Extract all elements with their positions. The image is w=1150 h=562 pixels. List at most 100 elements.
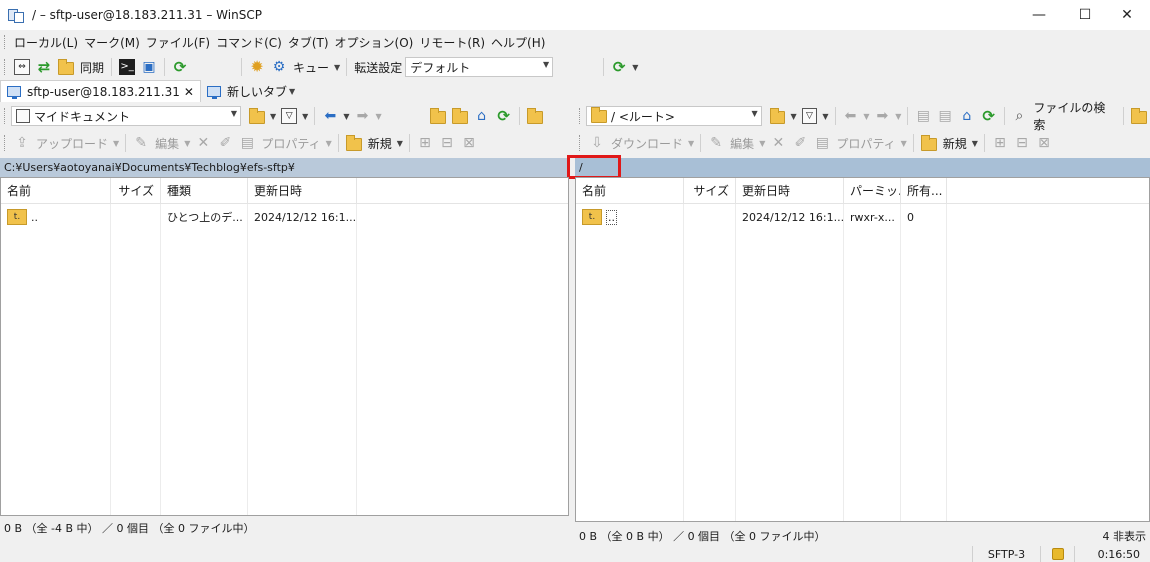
table-row[interactable]: t. .. ひとつ上のデ... 2024/12/12 16:1... xyxy=(1,206,568,228)
column-modified[interactable]: 更新日時 xyxy=(248,178,357,203)
select-minus-icon[interactable]: ⊟ xyxy=(1014,135,1030,151)
new-icon[interactable] xyxy=(345,134,362,151)
column-type[interactable]: 種類 xyxy=(161,178,248,203)
rename-icon[interactable]: ✐ xyxy=(792,135,808,151)
edit-icon[interactable]: ✎ xyxy=(708,135,724,151)
close-tab-icon[interactable]: ✕ xyxy=(184,85,194,99)
column-modified[interactable]: 更新日時 xyxy=(736,178,844,203)
properties-icon[interactable]: ▤ xyxy=(814,135,830,151)
parent-directory-icon[interactable] xyxy=(429,107,446,124)
maximize-button[interactable]: ☐ xyxy=(1062,0,1108,30)
properties-button[interactable]: プロパティ xyxy=(261,135,320,152)
left-file-list[interactable]: 名前 サイズ 種類 更新日時 t. .. ひとつ上のデ... 2024/12/1… xyxy=(0,177,569,516)
session-dropdown-icon[interactable]: ▼ xyxy=(632,63,638,72)
column-name[interactable]: 名前 xyxy=(1,178,111,203)
menu-local[interactable]: ローカル(L) xyxy=(11,34,81,51)
left-action-toolbar: ⇪ アップロード ▼ ✎ 編集 ▼ ✕ ✐ ▤ プロパティ ▼ 新規 ▼ ⊞ ⊟… xyxy=(0,131,568,155)
queue-dropdown-icon[interactable]: ▼ xyxy=(334,63,340,72)
window-title: / – sftp-user@18.183.211.31 – WinSCP xyxy=(32,8,262,22)
compare-directories-icon[interactable]: ⇔ xyxy=(14,59,30,75)
properties-icon[interactable]: ▤ xyxy=(239,135,255,151)
root-directory-icon[interactable]: ▤ xyxy=(937,108,953,124)
column-permissions[interactable]: パーミッ... xyxy=(844,178,901,203)
queue-button[interactable]: キュー xyxy=(293,59,329,76)
left-path-bar[interactable]: C:¥Users¥aotoyanai¥Documents¥Techblog¥ef… xyxy=(0,158,568,177)
synchronize-icon[interactable] xyxy=(58,58,74,75)
right-status: 0 B （全 0 B 中） ／ 0 個目 （全 0 ファイル中） xyxy=(579,530,826,543)
find-files-icon[interactable]: ⌕ xyxy=(1012,108,1028,124)
download-button[interactable]: ダウンロード xyxy=(611,135,683,152)
right-location-select[interactable]: / <ルート> ▼ xyxy=(585,106,762,126)
menu-commands[interactable]: コマンド(C) xyxy=(213,34,285,51)
new-button[interactable]: 新規 xyxy=(368,135,392,152)
menu-options[interactable]: オプション(O) xyxy=(332,34,417,51)
find-files-button[interactable]: ファイルの検索 xyxy=(1033,99,1116,133)
parent-folder-icon: t. xyxy=(582,209,602,225)
column-name[interactable]: 名前 xyxy=(576,178,684,203)
monitor-icon xyxy=(7,86,21,99)
open-folder-icon[interactable] xyxy=(769,107,786,124)
table-row[interactable]: t. .. 2024/12/12 16:1... rwxr-x... 0 xyxy=(576,206,1149,228)
tab-new[interactable]: 新しいタブ ▼ xyxy=(201,80,303,102)
delete-icon[interactable]: ✕ xyxy=(195,135,211,151)
synchronize-browsing-icon[interactable]: ⇄ xyxy=(36,59,52,75)
root-directory-icon[interactable] xyxy=(451,107,468,124)
new-tab-dropdown-icon[interactable]: ▼ xyxy=(289,87,295,96)
new-button[interactable]: 新規 xyxy=(943,135,967,152)
minimize-button[interactable]: — xyxy=(1016,0,1062,30)
select-plus-icon[interactable]: ⊞ xyxy=(992,135,1008,151)
edit-icon[interactable]: ✎ xyxy=(133,135,149,151)
session-sync-icon[interactable]: ⟳ xyxy=(611,59,627,75)
menu-remote[interactable]: リモート(R) xyxy=(416,34,488,51)
close-window-button[interactable]: ✕ xyxy=(1104,0,1150,30)
new-icon[interactable] xyxy=(920,134,937,151)
menu-tabs[interactable]: タブ(T) xyxy=(285,34,332,51)
properties-button[interactable]: プロパティ xyxy=(836,135,895,152)
right-file-list[interactable]: 名前 サイズ 更新日時 パーミッ... 所有... t. .. 2024/12/… xyxy=(575,177,1150,522)
filter-icon[interactable]: ▽ xyxy=(801,108,818,124)
column-owner[interactable]: 所有... xyxy=(901,178,947,203)
tree-icon[interactable] xyxy=(526,107,543,124)
refresh-icon[interactable]: ⟳ xyxy=(981,108,997,124)
select-filter-icon[interactable]: ⊠ xyxy=(461,135,477,151)
column-size[interactable]: サイズ xyxy=(111,178,161,203)
queue-icon[interactable]: ⚙ xyxy=(271,59,287,75)
tab-session[interactable]: sftp-user@18.183.211.31 ✕ xyxy=(0,80,201,102)
putty-icon[interactable]: ▣ xyxy=(141,59,157,75)
menu-help[interactable]: ヘルプ(H) xyxy=(488,34,548,51)
upload-icon[interactable]: ⇪ xyxy=(14,135,30,151)
open-folder-icon[interactable] xyxy=(249,107,265,124)
tree-icon[interactable] xyxy=(1131,107,1147,124)
forward-icon[interactable]: ➡ xyxy=(875,108,891,124)
transfer-preset-select[interactable]: デフォルト ▼ xyxy=(405,57,554,77)
rename-icon[interactable]: ✐ xyxy=(217,135,233,151)
lock-icon[interactable] xyxy=(1051,548,1064,560)
forward-icon[interactable]: ➡ xyxy=(354,108,370,124)
refresh-sessions-icon[interactable]: ⟳ xyxy=(172,59,188,75)
edit-button[interactable]: 編集 xyxy=(730,135,754,152)
select-plus-icon[interactable]: ⊞ xyxy=(417,135,433,151)
console-icon[interactable]: >_ xyxy=(119,59,136,75)
back-icon[interactable]: ⬅ xyxy=(322,108,338,124)
menu-file[interactable]: ファイル(F) xyxy=(143,34,213,51)
edit-button[interactable]: 編集 xyxy=(155,135,179,152)
parent-directory-icon[interactable]: ▤ xyxy=(915,108,931,124)
home-icon[interactable]: ⌂ xyxy=(474,108,490,124)
preferences-icon[interactable]: ✹ xyxy=(249,59,265,75)
home-icon[interactable]: ⌂ xyxy=(959,108,975,124)
column-size[interactable]: サイズ xyxy=(684,178,736,203)
back-icon[interactable]: ⬅ xyxy=(843,108,859,124)
left-address-toolbar: マイドキュメント ▼ ▼ ▽ ▼ ⬅ ▼ ➡ ▼ ⌂ ⟳ xyxy=(0,104,568,128)
refresh-icon[interactable]: ⟳ xyxy=(496,108,512,124)
synchronize-button[interactable]: 同期 xyxy=(80,59,104,76)
right-path-bar[interactable]: / xyxy=(575,158,1150,177)
upload-button[interactable]: アップロード xyxy=(36,135,108,152)
download-icon[interactable]: ⇩ xyxy=(589,135,605,151)
menu-mark[interactable]: マーク(M) xyxy=(81,34,143,51)
delete-icon[interactable]: ✕ xyxy=(770,135,786,151)
left-location-select[interactable]: マイドキュメント ▼ xyxy=(11,106,241,126)
select-filter-icon[interactable]: ⊠ xyxy=(1036,135,1052,151)
filter-icon[interactable]: ▽ xyxy=(281,108,298,124)
select-minus-icon[interactable]: ⊟ xyxy=(439,135,455,151)
menu-grip xyxy=(4,35,7,49)
